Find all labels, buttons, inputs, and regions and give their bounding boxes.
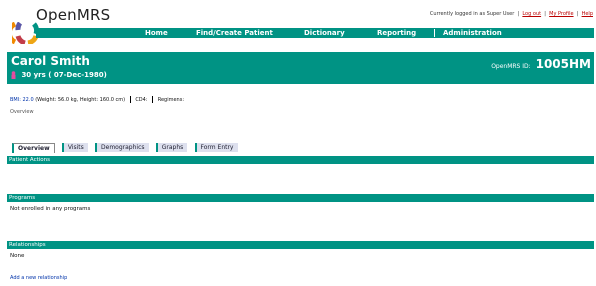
patient-name: Carol Smith xyxy=(11,54,90,68)
patient-summary-row: BMI: 22.0 (Weight: 56.0 kg, Height: 160.… xyxy=(10,96,184,103)
tab-visits[interactable]: Visits xyxy=(61,143,88,152)
patient-tabs: Overview Visits Demographics Graphs Form… xyxy=(12,143,243,153)
nav-home[interactable]: Home xyxy=(145,29,168,37)
bmi-detail: (Weight: 56.0 kg, Height: 160.0 cm) xyxy=(35,97,126,103)
tab-form-entry[interactable]: Form Entry xyxy=(194,143,238,152)
patient-identifier: OpenMRS ID: 1005HM xyxy=(491,57,591,71)
userbar: Currently logged in as Super User | Log … xyxy=(429,11,593,17)
tab-graphs[interactable]: Graphs xyxy=(155,143,188,152)
logout-link[interactable]: Log out xyxy=(522,11,541,17)
cd4-label: CD4: xyxy=(135,97,148,103)
divider xyxy=(129,96,131,103)
overview-link[interactable]: Overview xyxy=(10,109,34,115)
patient-age-dob: 30 yrs ( 07-Dec-1980) xyxy=(21,71,107,79)
main-navbar: Home Find/Create Patient Dictionary Repo… xyxy=(36,28,594,38)
nav-administration[interactable]: Administration xyxy=(443,29,502,37)
relationships-body: None xyxy=(10,253,25,259)
regimens-label: Regimens: xyxy=(157,97,185,103)
nav-find-create-patient[interactable]: Find/Create Patient xyxy=(196,29,273,37)
patient-actions-header: Patient Actions xyxy=(7,156,594,164)
divider xyxy=(152,96,154,103)
nav-separator xyxy=(434,29,435,37)
programs-header: Programs xyxy=(7,194,594,202)
my-profile-link[interactable]: My Profile xyxy=(549,11,573,17)
programs-body: Not enrolled in any programs xyxy=(10,206,91,212)
currently-logged-in-text: Currently logged in as Super User xyxy=(429,11,515,17)
patient-age-dob-row: 30 yrs ( 07-Dec-1980) xyxy=(11,71,107,79)
patient-id-value: 1005HM xyxy=(535,57,591,71)
logo-text: OpenMRS xyxy=(36,6,111,24)
help-link[interactable]: Help xyxy=(582,11,593,17)
patient-header: Carol Smith 30 yrs ( 07-Dec-1980) OpenMR… xyxy=(7,52,594,84)
relationships-header: Relationships xyxy=(7,241,594,249)
tab-demographics[interactable]: Demographics xyxy=(95,143,149,152)
add-relationship-link[interactable]: Add a new relationship xyxy=(10,275,67,281)
nav-reporting[interactable]: Reporting xyxy=(377,29,416,37)
bmi-link[interactable]: BMI: 22.0 xyxy=(10,97,34,103)
tab-overview[interactable]: Overview xyxy=(12,143,55,153)
patient-id-label: OpenMRS ID: xyxy=(491,63,531,70)
female-gender-icon xyxy=(11,71,16,79)
nav-dictionary[interactable]: Dictionary xyxy=(304,29,345,37)
